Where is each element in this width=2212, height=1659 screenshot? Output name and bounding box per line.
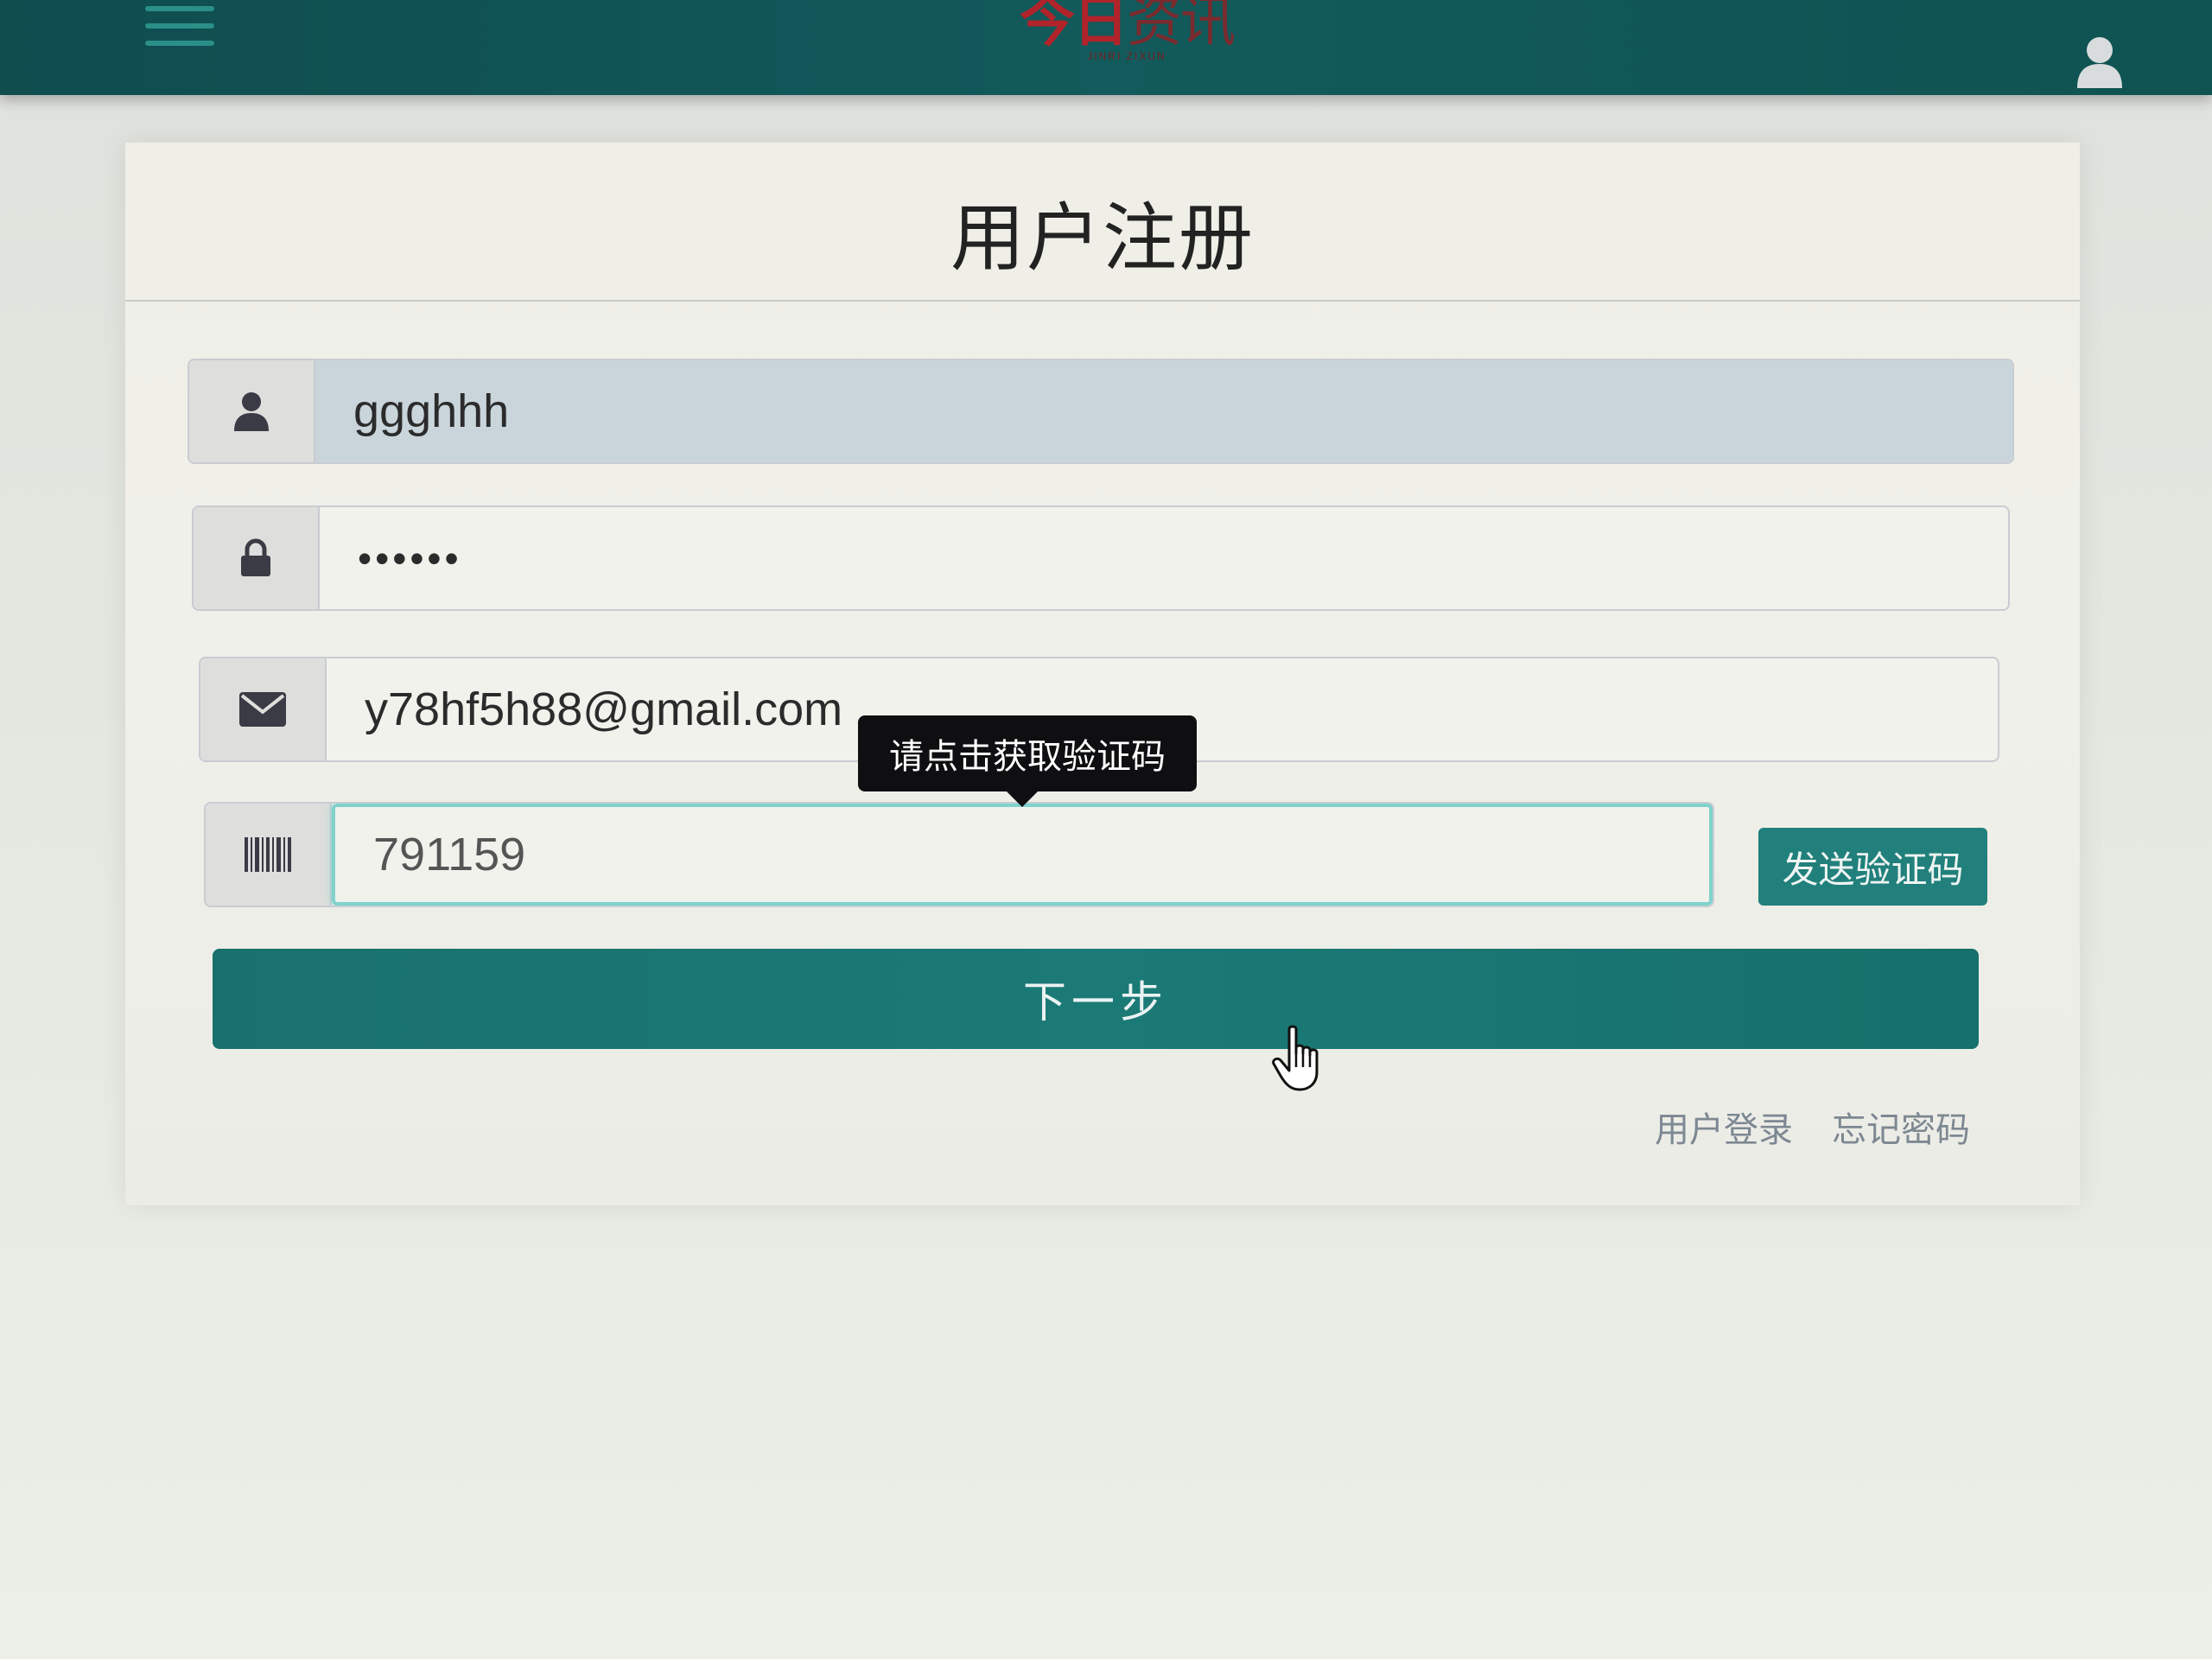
code-input-group — [204, 802, 1714, 907]
code-addon — [206, 804, 332, 906]
hamburger-line — [145, 23, 214, 29]
logo-text-main: 今日 — [1020, 0, 1128, 54]
top-navbar: 今日资讯 JINRI ZIXUN — [0, 0, 2212, 95]
username-input-group — [188, 359, 2014, 464]
user-login-link[interactable]: 用户登录 — [1655, 1102, 1793, 1152]
username-addon — [189, 360, 315, 462]
code-tooltip: 请点击获取验证码 — [858, 715, 1197, 807]
send-code-button[interactable]: 发送验证码 — [1758, 828, 1987, 906]
hamburger-line — [145, 6, 214, 11]
hand-pointer-icon — [1270, 1024, 1331, 1093]
barcode-icon — [245, 837, 291, 872]
logo-text-alt: 资讯 — [1127, 0, 1236, 54]
email-addon — [200, 658, 327, 760]
password-input-group — [192, 505, 2010, 611]
user-icon — [232, 391, 270, 432]
title-divider — [125, 300, 2080, 302]
forgot-password-link[interactable]: 忘记密码 — [1832, 1102, 1970, 1152]
logo-text: 今日资讯 — [1020, 0, 1236, 54]
logo-subtitle: JINRI ZIXUN — [1087, 50, 1166, 62]
hamburger-line — [145, 41, 214, 46]
username-input[interactable] — [315, 360, 2012, 462]
next-step-button[interactable]: 下一步 — [213, 949, 1979, 1049]
lock-icon — [239, 538, 272, 578]
page-title: 用户注册 — [950, 197, 1255, 280]
site-logo[interactable]: 今日资讯 JINRI ZIXUN — [1020, 0, 1236, 73]
password-addon — [194, 507, 320, 609]
hamburger-menu-icon[interactable] — [145, 0, 214, 52]
password-input[interactable] — [320, 507, 2008, 609]
user-account-icon[interactable] — [2074, 35, 2126, 90]
verification-code-input[interactable] — [332, 804, 1713, 906]
envelope-icon — [238, 691, 287, 728]
